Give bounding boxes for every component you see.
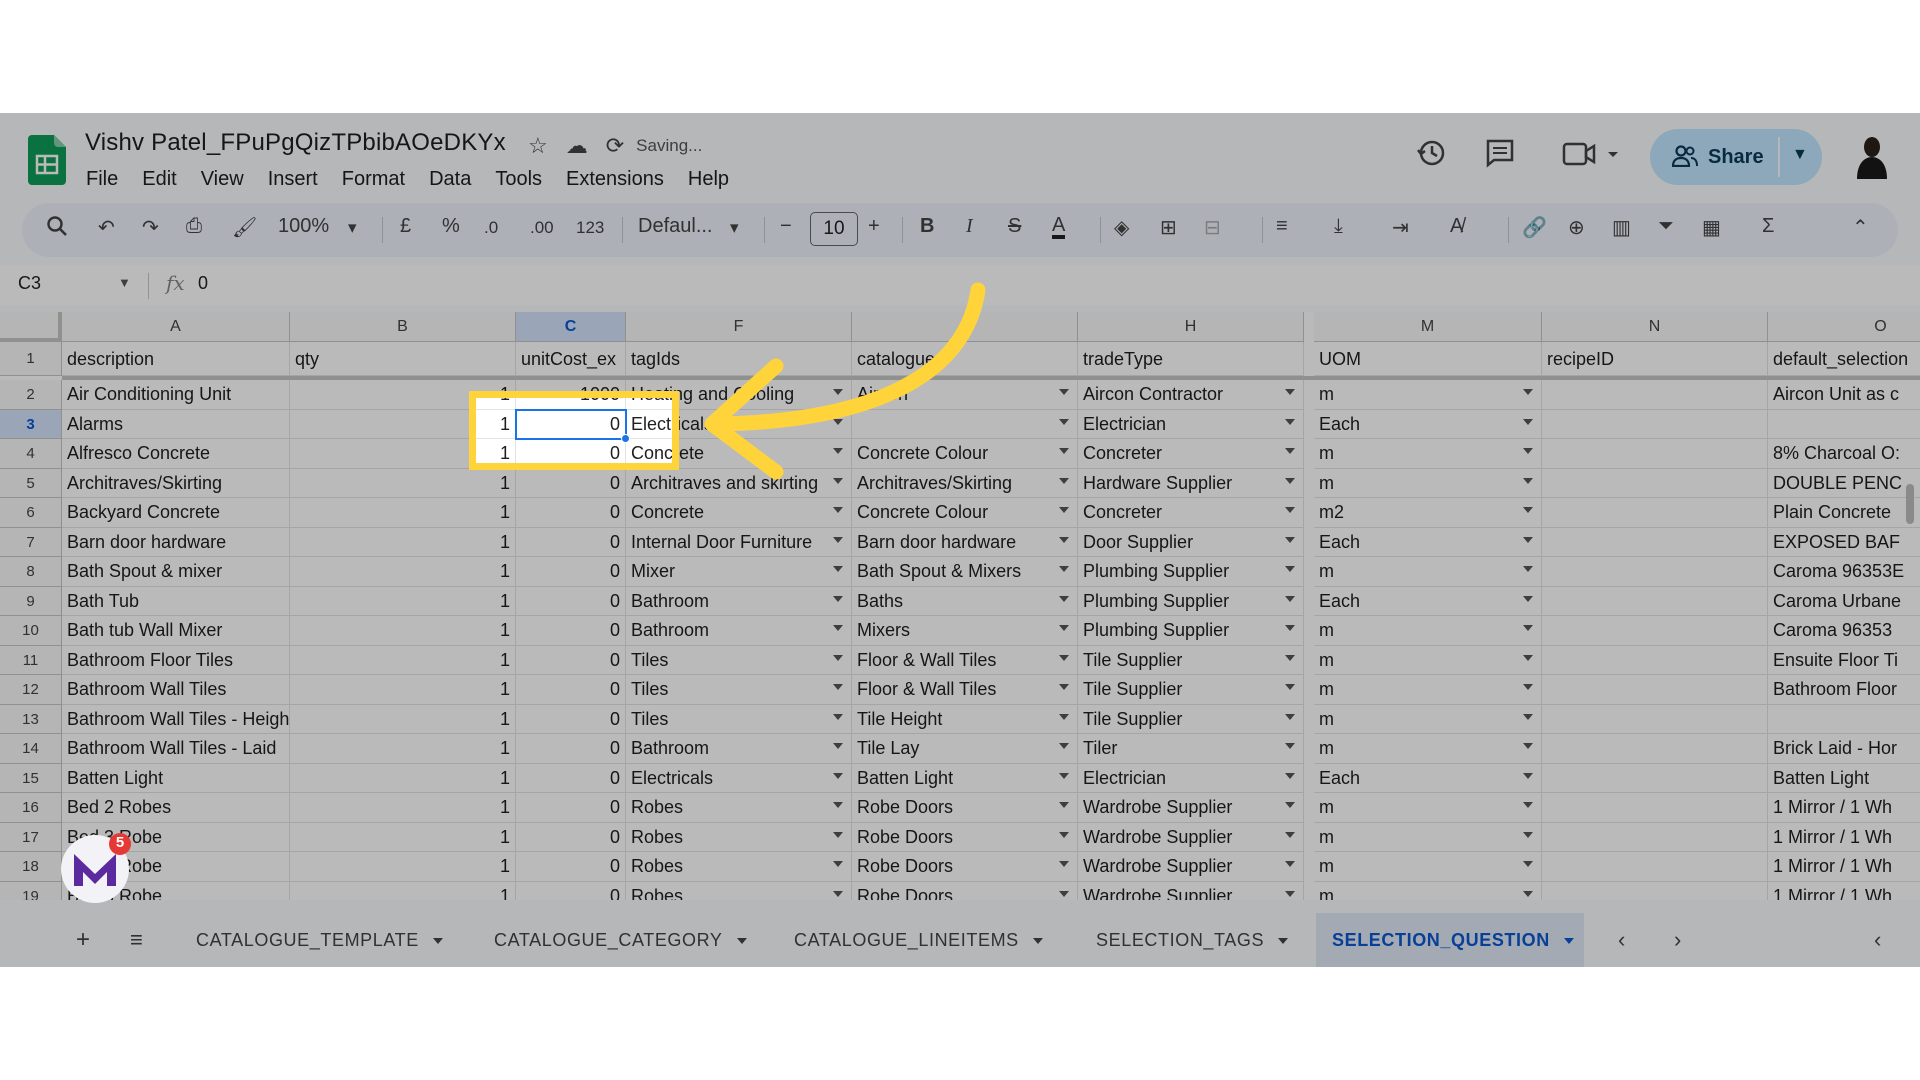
notification-count: 5: [115, 834, 125, 851]
tutorial-widget[interactable]: 5: [58, 832, 132, 906]
annotation-arrow: [704, 282, 986, 480]
